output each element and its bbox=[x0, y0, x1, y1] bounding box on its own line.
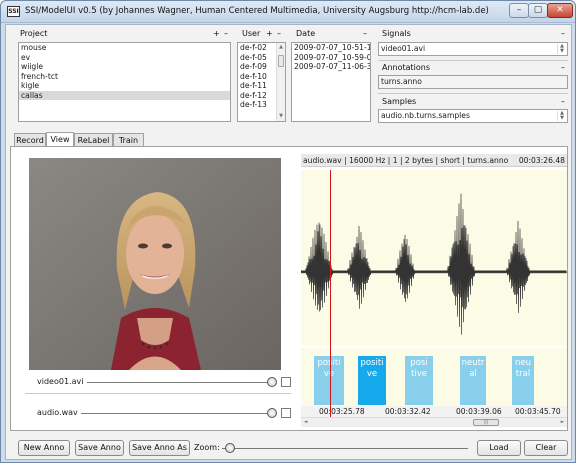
project-label: Project bbox=[20, 29, 48, 38]
divider bbox=[378, 60, 568, 61]
user-label: User bbox=[242, 29, 261, 38]
project-list[interactable]: mouse ev wiigle french-tct kigle callas bbox=[18, 42, 231, 122]
date-list-item[interactable]: 2009-07-07_11-06-33 bbox=[292, 62, 370, 72]
annotation-track[interactable]: positi ve positi ve posi tive neutr al neu t… bbox=[301, 348, 567, 406]
client-area: Project + – mouse ev wiigle french-tct kigle… bbox=[5, 24, 572, 460]
zoom-slider-track[interactable] bbox=[222, 448, 468, 449]
signal-info-time: 00:03:26.48 bbox=[518, 156, 565, 165]
time-tick-label: 00:03:45.70 bbox=[515, 407, 561, 416]
timeline-scrollbar[interactable]: ◄ ||| ► bbox=[301, 417, 567, 427]
annotations-field[interactable]: turns.anno bbox=[378, 75, 568, 89]
signal-info-text: audio.wav | 16000 Hz | 1 | 2 bytes | sho… bbox=[303, 156, 509, 165]
time-tick-label: 00:03:25.78 bbox=[319, 407, 365, 416]
tab-relabel[interactable]: ReLabel bbox=[74, 133, 113, 147]
annotations-value: turns.anno bbox=[381, 77, 422, 86]
spinner-icon[interactable]: ▲ ▼ bbox=[557, 44, 566, 54]
save-anno-button[interactable]: Save Anno bbox=[75, 440, 124, 456]
scroll-left-icon[interactable]: ◄ bbox=[301, 418, 310, 427]
audio-slider-track[interactable] bbox=[81, 413, 273, 414]
spinner-icon[interactable]: ▲ ▼ bbox=[557, 111, 566, 121]
date-remove-button[interactable]: – bbox=[363, 29, 367, 38]
annotation-segment[interactable]: neutr al bbox=[460, 356, 486, 405]
project-list-item[interactable]: mouse bbox=[19, 43, 230, 53]
date-list-item[interactable]: 2009-07-07_10-51-11 bbox=[292, 43, 370, 53]
maximize-button[interactable]: ▢ bbox=[528, 3, 548, 18]
project-list-item[interactable]: ev bbox=[19, 53, 230, 63]
load-button[interactable]: Load bbox=[477, 440, 521, 456]
user-add-button[interactable]: + bbox=[266, 29, 273, 38]
waveform-view[interactable] bbox=[300, 170, 567, 345]
project-list-item[interactable]: french-tct bbox=[19, 72, 230, 82]
waveform-trace bbox=[300, 193, 567, 335]
user-list-scrollbar[interactable]: ▲ ▼ bbox=[276, 43, 285, 121]
samples-label: Samples bbox=[382, 97, 417, 106]
annotation-segment[interactable]: neu tral bbox=[512, 356, 534, 405]
time-axis: 00:03:25.78 00:03:32.42 00:03:39.06 00:03:4… bbox=[301, 406, 567, 417]
annotation-segment[interactable]: positi ve bbox=[314, 356, 344, 405]
user-list[interactable]: de-f-02 de-f-05 de-f-09 de-f-10 de-f-11 de-f-… bbox=[237, 42, 286, 122]
video-checkbox[interactable] bbox=[281, 377, 291, 387]
close-button[interactable]: ✕ bbox=[547, 3, 573, 18]
scroll-thumb[interactable]: ||| bbox=[473, 419, 499, 426]
samples-value: audio.nb.turns.samples bbox=[381, 111, 470, 120]
app-icon: SSI bbox=[7, 6, 20, 17]
audio-waveform bbox=[300, 193, 567, 335]
signals-remove-button[interactable]: – bbox=[561, 29, 565, 38]
audio-slider-handle[interactable] bbox=[267, 408, 277, 418]
scroll-up-icon[interactable]: ▲ bbox=[277, 43, 285, 52]
annotation-segment[interactable]: positi ve bbox=[358, 356, 386, 405]
scroll-right-icon[interactable]: ► bbox=[558, 418, 567, 427]
video-player[interactable] bbox=[29, 158, 281, 370]
window-title: SSI/ModelUI v0.5 (by Johannes Wagner, Hu… bbox=[25, 6, 489, 16]
signals-label: Signals bbox=[382, 29, 411, 38]
tab-train[interactable]: Train bbox=[113, 133, 144, 147]
app-window: SSI SSI/ModelUI v0.5 (by Johannes Wagner… bbox=[0, 0, 576, 463]
playback-cursor[interactable] bbox=[330, 170, 331, 417]
minimize-button[interactable]: – bbox=[509, 3, 529, 18]
save-anno-as-button[interactable]: Save Anno As bbox=[129, 440, 190, 456]
project-list-item[interactable]: wiigle bbox=[19, 62, 230, 72]
title-bar[interactable]: SSI SSI/ModelUI v0.5 (by Johannes Wagner… bbox=[1, 1, 575, 23]
signal-info-bar: audio.wav | 16000 Hz | 1 | 2 bytes | sho… bbox=[301, 154, 567, 167]
date-label: Date bbox=[296, 29, 316, 38]
audio-slider-label: audio.wav bbox=[37, 408, 78, 417]
tab-record[interactable]: Record bbox=[14, 133, 46, 147]
samples-select[interactable]: audio.nb.turns.samples ▲ ▼ bbox=[378, 109, 568, 123]
samples-remove-button[interactable]: – bbox=[561, 97, 565, 106]
time-tick-label: 00:03:39.06 bbox=[456, 407, 502, 416]
date-list[interactable]: 2009-07-07_10-51-11 2009-07-07_10-59-08 20… bbox=[291, 42, 371, 122]
tab-view[interactable]: View bbox=[46, 132, 74, 147]
project-add-button[interactable]: + bbox=[213, 29, 220, 38]
project-remove-button[interactable]: – bbox=[224, 29, 228, 38]
audio-checkbox[interactable] bbox=[281, 408, 291, 418]
user-remove-button[interactable]: – bbox=[277, 29, 281, 38]
video-frame-image bbox=[29, 158, 281, 370]
signals-select[interactable]: video01.avi ▲ ▼ bbox=[378, 42, 568, 56]
clear-button[interactable]: Clear bbox=[524, 440, 568, 456]
video-slider-label: video01.avi bbox=[37, 377, 84, 386]
view-panel: video01.avi audio.wav audio.wav | 16000 … bbox=[10, 146, 568, 431]
audio-slider-row: audio.wav bbox=[25, 407, 291, 421]
new-anno-button[interactable]: New Anno bbox=[18, 440, 70, 456]
annotations-label: Annotations bbox=[382, 63, 431, 72]
video-slider-handle[interactable] bbox=[267, 377, 277, 387]
video-slider-row: video01.avi bbox=[25, 376, 291, 390]
video-slider-track[interactable] bbox=[87, 382, 273, 383]
scroll-down-icon[interactable]: ▼ bbox=[277, 112, 285, 121]
signals-value: video01.avi bbox=[381, 44, 426, 53]
time-tick-label: 00:03:32.42 bbox=[385, 407, 431, 416]
divider bbox=[378, 93, 568, 94]
annotation-segment[interactable]: posi tive bbox=[405, 356, 433, 405]
divider bbox=[25, 393, 291, 394]
project-list-item[interactable]: callas bbox=[19, 90, 230, 100]
zoom-label: Zoom: bbox=[194, 443, 220, 452]
zoom-slider-handle[interactable] bbox=[225, 443, 235, 453]
date-list-item[interactable]: 2009-07-07_10-59-08 bbox=[292, 53, 370, 63]
project-list-item[interactable]: kigle bbox=[19, 81, 230, 91]
scroll-thumb[interactable] bbox=[278, 55, 284, 67]
annotations-remove-button[interactable]: – bbox=[561, 63, 565, 72]
